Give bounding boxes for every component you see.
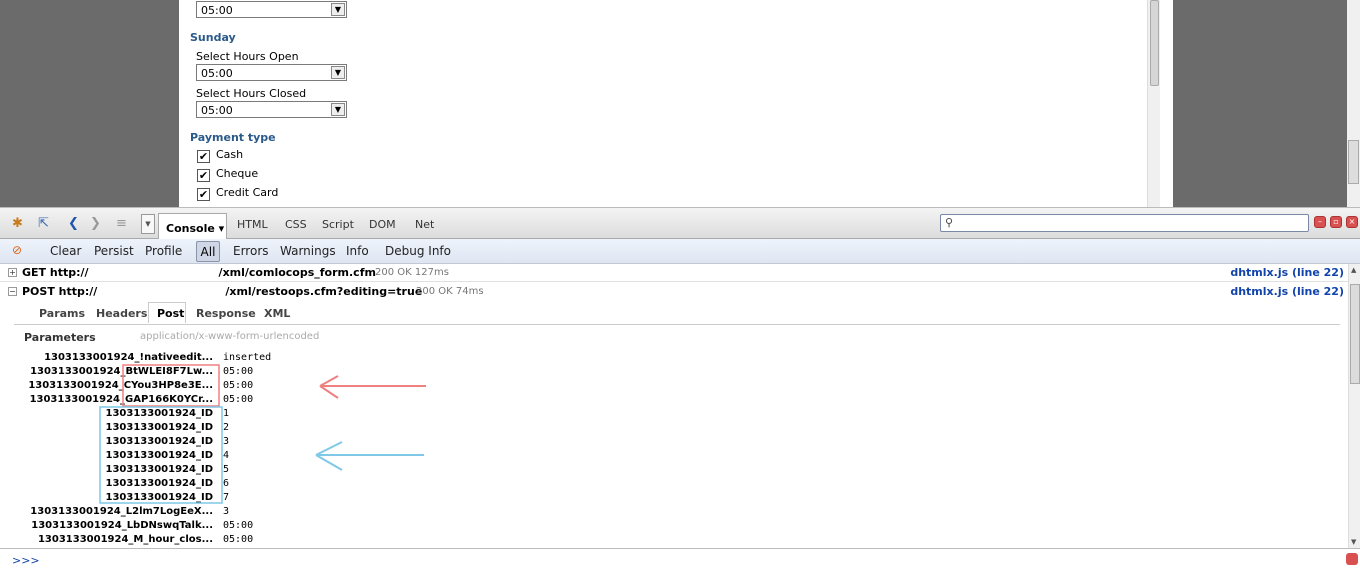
- tab-script[interactable]: Script: [322, 218, 354, 231]
- inspect-icon[interactable]: ⇱: [38, 216, 49, 231]
- red-annotation-box: [122, 364, 220, 407]
- detach-icon[interactable]: ▫: [1330, 216, 1342, 228]
- tab-net[interactable]: Net: [415, 218, 434, 231]
- filter-info-button[interactable]: Info: [346, 244, 369, 258]
- checkbox-label: Cheque: [216, 167, 259, 180]
- profile-button[interactable]: Profile: [145, 244, 182, 258]
- list-icon[interactable]: ≡: [116, 216, 127, 231]
- checkbox-label: Cash: [216, 148, 244, 161]
- close-icon[interactable]: ×: [1346, 216, 1358, 228]
- filter-errors-button[interactable]: Errors: [233, 244, 269, 258]
- dropdown-arrow-icon[interactable]: ▼: [331, 103, 345, 116]
- scrollbar-thumb[interactable]: [1348, 140, 1359, 184]
- dropdown-arrow-icon[interactable]: ▼: [331, 3, 345, 16]
- scroll-down-icon[interactable]: ▼: [1351, 538, 1356, 546]
- sunday-closed-select[interactable]: 05:00 ▼: [196, 101, 347, 118]
- blue-arrow-icon: [315, 441, 424, 471]
- log-scrollbar[interactable]: ▲ ▼: [1348, 264, 1360, 548]
- scroll-up-icon[interactable]: ▲: [1351, 266, 1356, 274]
- close-icon[interactable]: [1346, 553, 1358, 565]
- clear-button[interactable]: Clear: [50, 244, 81, 258]
- payment-type-heading: Payment type: [190, 131, 276, 144]
- tab-css[interactable]: CSS: [285, 218, 307, 231]
- form-scrollbar[interactable]: [1147, 0, 1160, 207]
- tab-console[interactable]: Console ▾: [158, 213, 227, 240]
- sunday-closed-label: Select Hours Closed: [196, 87, 307, 100]
- sunday-heading: Sunday: [190, 31, 236, 44]
- annotation-overlay: [99, 364, 426, 504]
- checkmark-icon[interactable]: ✔: [197, 150, 210, 163]
- forward-arrow-icon[interactable]: ❯: [90, 216, 101, 231]
- webpage-viewport: 05:00 ▼ Sunday Select Hours Open 05:00 ▼…: [0, 0, 1360, 207]
- filter-all-button[interactable]: All: [196, 241, 220, 262]
- blue-annotation-box: [99, 406, 223, 504]
- payment-creditcard-checkbox[interactable]: ✔ Credit Card: [197, 186, 278, 201]
- filter-debuginfo-button[interactable]: Debug Info: [385, 244, 451, 258]
- scrollbar-thumb[interactable]: [1150, 0, 1159, 86]
- sunday-open-select[interactable]: 05:00 ▼: [196, 64, 347, 81]
- page-scrollbar[interactable]: [1347, 0, 1360, 207]
- console-log: + GET http:///xml/comlocops_form.cfm 200…: [0, 264, 1348, 548]
- persist-button[interactable]: Persist: [94, 244, 134, 258]
- checkmark-icon[interactable]: ✔: [197, 188, 210, 201]
- firebug-bug-icon[interactable]: ✱: [12, 216, 23, 231]
- panel-menu-icon[interactable]: ▼: [141, 214, 155, 234]
- select-value: 05:00: [201, 104, 233, 117]
- search-icon: ⚲: [945, 216, 954, 229]
- payment-cheque-checkbox[interactable]: ✔ Cheque: [197, 167, 258, 182]
- filter-warnings-button[interactable]: Warnings: [280, 244, 336, 258]
- scrollbar-thumb[interactable]: [1350, 284, 1360, 384]
- payment-cash-checkbox[interactable]: ✔ Cash: [197, 148, 243, 163]
- minimize-icon[interactable]: –: [1314, 216, 1326, 228]
- top-hours-select[interactable]: 05:00 ▼: [196, 1, 347, 18]
- tab-dom[interactable]: DOM: [369, 218, 396, 231]
- checkmark-icon[interactable]: ✔: [197, 169, 210, 182]
- firebug-toolbar: ✱ ⇱ ❮ ❯ ≡ ▼ Console ▾ HTML CSS Script DO…: [0, 207, 1360, 240]
- console-toolbar: ⊘ Clear Persist Profile All Errors Warni…: [0, 239, 1360, 264]
- checkbox-label: Credit Card: [216, 186, 279, 199]
- dropdown-arrow-icon[interactable]: ▼: [331, 66, 345, 79]
- search-input[interactable]: ⚲: [940, 214, 1309, 232]
- tab-html[interactable]: HTML: [237, 218, 268, 231]
- red-arrow-icon: [319, 375, 426, 399]
- command-line[interactable]: >>>: [0, 548, 1360, 571]
- select-value: 05:00: [201, 67, 233, 80]
- back-arrow-icon[interactable]: ❮: [68, 216, 79, 231]
- clear-console-icon[interactable]: ⊘: [12, 243, 22, 257]
- tab-label: Console: [166, 222, 215, 235]
- command-prompt: >>>: [12, 554, 40, 567]
- select-value: 05:00: [201, 4, 233, 17]
- sunday-open-label: Select Hours Open: [196, 50, 299, 63]
